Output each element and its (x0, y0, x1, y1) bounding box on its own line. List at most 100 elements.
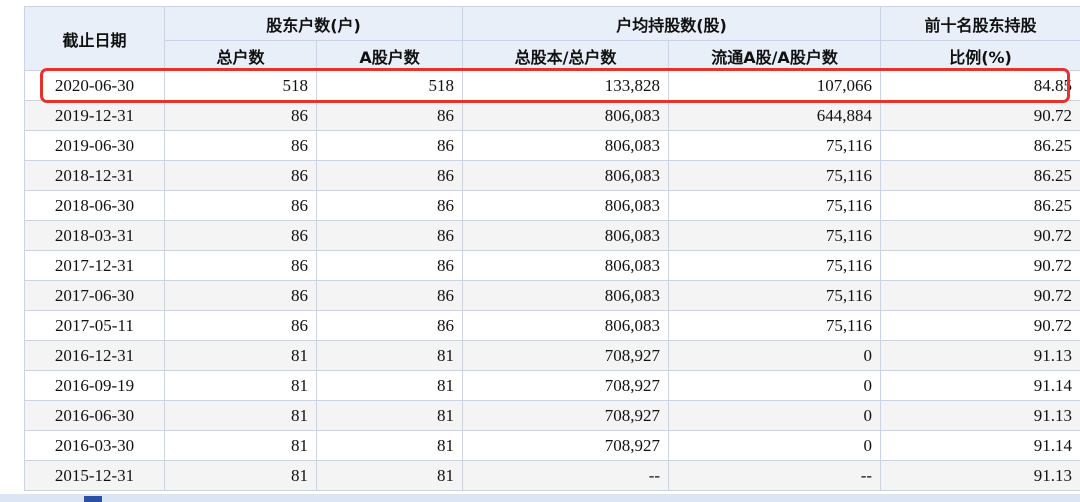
cell-total-per: 133,828 (462, 70, 670, 101)
cell-float-per: 75,116 (668, 280, 882, 311)
cell-date: 2016-06-30 (24, 400, 165, 431)
header-total-holders: 总户数 (164, 40, 317, 71)
cell-total-per: 708,927 (462, 400, 670, 431)
cell-total-per: 806,083 (462, 220, 670, 251)
cell-date: 2018-06-30 (24, 190, 165, 221)
cell-a-holders: 518 (315, 70, 464, 101)
cell-total-holders: 86 (164, 250, 317, 281)
cell-total-holders: 86 (164, 280, 317, 311)
cell-top10: 90.72 (880, 100, 1080, 131)
cell-a-holders: 86 (315, 190, 464, 221)
cell-float-per: 75,116 (668, 130, 882, 161)
shareholder-table: 截止日期 股东户数(户) 户均持股数(股) 前十名股东持股 总户数 A股户数 总… (24, 6, 1080, 491)
table-row: 2016-12-31 81 81 708,927 0 91.13 (24, 340, 1080, 371)
cell-total-holders: 81 (164, 400, 317, 431)
cell-a-holders: 86 (315, 220, 464, 251)
cell-top10: 91.13 (880, 460, 1080, 491)
cell-date: 2017-06-30 (24, 280, 165, 311)
cell-total-per: -- (462, 460, 670, 491)
cell-total-holders: 86 (164, 160, 317, 191)
cell-float-per: 0 (668, 340, 882, 371)
table-row: 2016-06-30 81 81 708,927 0 91.13 (24, 400, 1080, 431)
cell-date: 2020-06-30 (24, 70, 165, 101)
table-row: 2017-06-30 86 86 806,083 75,116 90.72 (24, 280, 1080, 311)
cell-date: 2019-12-31 (24, 100, 165, 131)
header-holders-group: 股东户数(户) (163, 6, 464, 41)
horizontal-scrollbar[interactable] (0, 494, 1080, 502)
cell-a-holders: 81 (315, 370, 464, 401)
header-a-holders: A股户数 (315, 40, 464, 71)
cell-top10: 91.14 (880, 370, 1080, 401)
cell-date: 2016-12-31 (24, 340, 165, 371)
cell-total-holders: 81 (164, 370, 317, 401)
cell-float-per: 75,116 (668, 190, 882, 221)
cell-total-per: 806,083 (462, 100, 670, 131)
cell-float-per: 644,884 (668, 100, 882, 131)
cell-float-per: 75,116 (668, 310, 882, 341)
cell-date: 2016-03-30 (24, 430, 165, 461)
cell-float-per: 0 (668, 400, 882, 431)
cell-total-holders: 86 (164, 220, 317, 251)
cell-a-holders: 86 (315, 280, 464, 311)
cell-a-holders: 81 (315, 400, 464, 431)
table-row: 2017-12-31 86 86 806,083 75,116 90.72 (24, 250, 1080, 281)
cell-a-holders: 81 (315, 340, 464, 371)
table-row: 2017-05-11 86 86 806,083 75,116 90.72 (24, 310, 1080, 341)
scrollbar-thumb[interactable] (84, 496, 102, 502)
cell-float-per: 75,116 (668, 160, 882, 191)
cell-top10: 86.25 (880, 160, 1080, 191)
table-row: 2016-09-19 81 81 708,927 0 91.14 (24, 370, 1080, 401)
cell-top10: 86.25 (880, 130, 1080, 161)
cell-total-per: 806,083 (462, 280, 670, 311)
cell-a-holders: 81 (315, 460, 464, 491)
cell-total-holders: 86 (164, 100, 317, 131)
cell-total-per: 708,927 (462, 340, 670, 371)
cell-total-holders: 81 (164, 460, 317, 491)
cell-float-per: 0 (668, 370, 882, 401)
cell-top10: 90.72 (880, 280, 1080, 311)
cell-total-holders: 86 (164, 190, 317, 221)
table-row: 2016-03-30 81 81 708,927 0 91.14 (24, 430, 1080, 461)
table-body: 2020-06-30 518 518 133,828 107,066 84.85 2019-… (24, 70, 1080, 491)
cell-a-holders: 86 (315, 100, 464, 131)
table-row: 2018-12-31 86 86 806,083 75,116 86.25 (24, 160, 1080, 191)
header-avg-group: 户均持股数(股) (462, 6, 882, 41)
cell-total-per: 806,083 (462, 250, 670, 281)
header-top10-line1: 前十名股东持股 (880, 6, 1080, 41)
cell-total-holders: 86 (164, 130, 317, 161)
table-header: 截止日期 股东户数(户) 户均持股数(股) 前十名股东持股 总户数 A股户数 总… (24, 6, 1080, 71)
cell-float-per: 107,066 (668, 70, 882, 101)
cell-a-holders: 81 (315, 430, 464, 461)
cell-total-holders: 81 (164, 430, 317, 461)
cell-date: 2017-12-31 (24, 250, 165, 281)
table-row: 2015-12-31 81 81 -- -- 91.13 (24, 460, 1080, 491)
cell-total-per: 708,927 (462, 370, 670, 401)
cell-a-holders: 86 (315, 310, 464, 341)
cell-a-holders: 86 (315, 130, 464, 161)
cell-float-per: -- (668, 460, 882, 491)
header-float-per: 流通A股/A股户数 (668, 40, 882, 71)
cell-total-holders: 86 (164, 310, 317, 341)
cell-top10: 91.14 (880, 430, 1080, 461)
cell-a-holders: 86 (315, 160, 464, 191)
cell-total-per: 806,083 (462, 310, 670, 341)
cell-total-holders: 518 (164, 70, 317, 101)
cell-date: 2015-12-31 (24, 460, 165, 491)
cell-float-per: 75,116 (668, 250, 882, 281)
cell-total-holders: 81 (164, 340, 317, 371)
cell-a-holders: 86 (315, 250, 464, 281)
header-total-per: 总股本/总户数 (462, 40, 670, 71)
table-row: 2019-12-31 86 86 806,083 644,884 90.72 (24, 100, 1080, 131)
cell-top10: 84.85 (880, 70, 1080, 101)
cell-top10: 90.72 (880, 310, 1080, 341)
cell-date: 2019-06-30 (24, 130, 165, 161)
cell-date: 2018-03-31 (24, 220, 165, 251)
cell-float-per: 75,116 (668, 220, 882, 251)
cell-date: 2018-12-31 (24, 160, 165, 191)
cell-top10: 86.25 (880, 190, 1080, 221)
cell-date: 2017-05-11 (24, 310, 165, 341)
cell-top10: 91.13 (880, 400, 1080, 431)
shareholder-table-view: 截止日期 股东户数(户) 户均持股数(股) 前十名股东持股 总户数 A股户数 总… (0, 0, 1080, 502)
table-row: 2020-06-30 518 518 133,828 107,066 84.85 (24, 70, 1080, 101)
cell-total-per: 806,083 (462, 160, 670, 191)
